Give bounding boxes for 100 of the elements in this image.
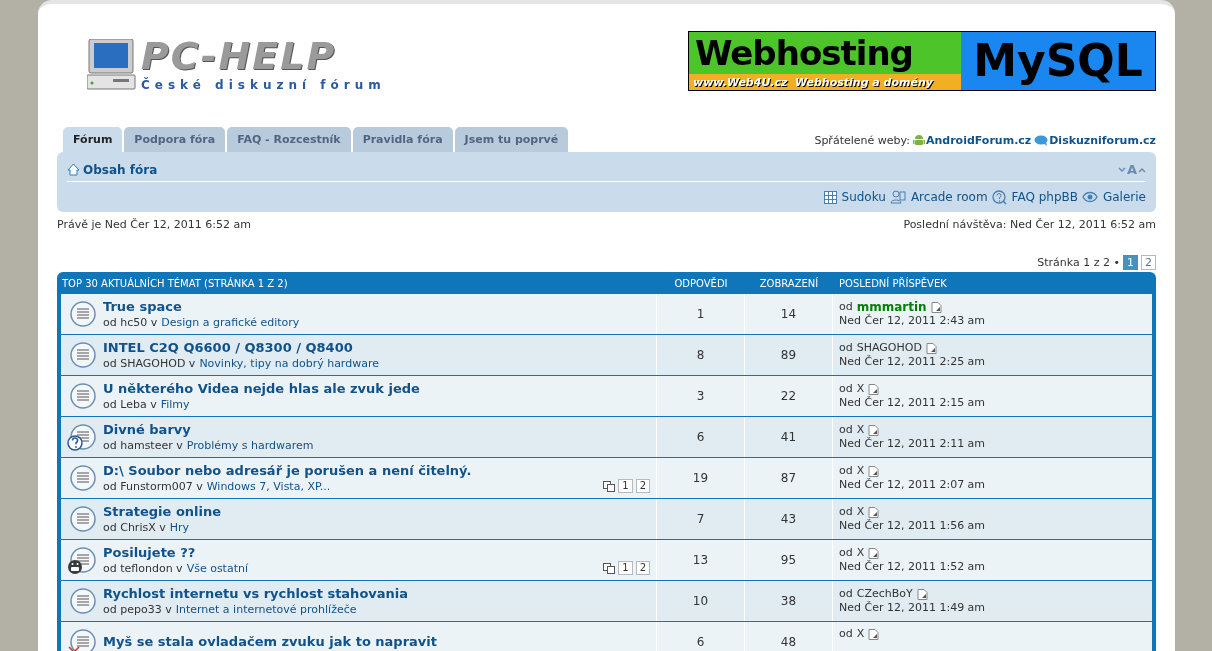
ad-banner[interactable]: Webhosting www.Web4U.cz Webhosting a domény MySQL bbox=[688, 31, 1156, 91]
nav-tab[interactable]: Jsem tu poprvé bbox=[454, 127, 569, 152]
font-size-label: A bbox=[1126, 160, 1137, 179]
view-post-icon[interactable] bbox=[868, 506, 880, 518]
breadcrumb-link[interactable]: Obsah fóra bbox=[83, 160, 158, 179]
friend-link[interactable]: Diskuzniforum.cz bbox=[1049, 132, 1156, 149]
forum-link[interactable]: Windows 7, Vista, XP... bbox=[206, 478, 331, 494]
friend-link[interactable]: AndroidForum.cz bbox=[925, 132, 1032, 149]
last-post-author[interactable]: X bbox=[856, 546, 865, 560]
topic-title[interactable]: Posilujete ?? bbox=[103, 544, 656, 561]
topic-title[interactable]: U některého Videa nejde hlas ale zvuk jede bbox=[103, 380, 656, 397]
topic-author: od ChrisX v bbox=[103, 519, 166, 535]
view-post-icon[interactable] bbox=[868, 628, 880, 640]
speech-bubble-icon bbox=[1034, 134, 1049, 147]
last-post-author[interactable]: X bbox=[856, 423, 865, 437]
banner-tagline: www.Web4U.cz Webhosting a domény bbox=[689, 74, 961, 90]
navbar-link[interactable]: Galerie bbox=[1102, 188, 1146, 206]
column-header: ZOBRAZENÍ bbox=[758, 276, 820, 291]
topic-title[interactable]: Divné barvy bbox=[103, 421, 656, 438]
last-post-author[interactable]: X bbox=[856, 627, 865, 641]
page-link[interactable]: 2 bbox=[635, 479, 650, 493]
view-post-icon[interactable] bbox=[868, 465, 880, 477]
page-link[interactable]: 1 bbox=[618, 561, 633, 575]
pagination-label: Stránka 1 z 2 • bbox=[1037, 254, 1120, 271]
view-post-icon[interactable] bbox=[868, 424, 880, 436]
help-icon bbox=[991, 189, 1007, 205]
topic-author: od Funstorm007 v bbox=[103, 478, 203, 494]
nav-tab[interactable]: Pravidla fóra bbox=[352, 127, 453, 152]
topic-title[interactable]: Myš se stala ovladačem zvuku jak to napravit bbox=[103, 634, 656, 650]
last-post-time: Ned Čer 12, 2011 2:07 am bbox=[839, 478, 987, 492]
topic-title[interactable]: Strategie online bbox=[103, 503, 656, 520]
pages-icon bbox=[603, 480, 616, 492]
forum-link[interactable]: Vše ostatní bbox=[186, 560, 248, 576]
last-post-time: Ned Čer 12, 2011 1:56 am bbox=[839, 519, 987, 533]
replies-count: 8 bbox=[696, 347, 705, 364]
last-post-author[interactable]: X bbox=[856, 382, 865, 396]
views-count: 89 bbox=[780, 347, 797, 364]
last-post-author[interactable]: X bbox=[856, 464, 865, 478]
views-count: 48 bbox=[780, 634, 797, 651]
forum-link[interactable]: Problémy s hardwarem bbox=[186, 437, 314, 453]
last-post-time: Ned Čer 12, 2011 1:52 am bbox=[839, 560, 987, 574]
forum-link[interactable]: Filmy bbox=[160, 396, 190, 412]
forum-link[interactable]: Design a grafické editory bbox=[161, 314, 300, 330]
view-post-icon[interactable] bbox=[916, 588, 928, 600]
navbar-link[interactable]: Arcade room bbox=[910, 188, 988, 206]
topic-author: od pepo33 v bbox=[103, 601, 172, 617]
last-visit: Poslední návštěva: Ned Čer 12, 2011 6:52 am bbox=[903, 217, 1156, 233]
topic-author: od hamsteer v bbox=[103, 437, 183, 453]
views-count: 38 bbox=[780, 593, 797, 610]
last-post-time: Ned Čer 12, 2011 2:43 am bbox=[839, 314, 987, 328]
replies-count: 7 bbox=[696, 511, 705, 528]
last-post-author[interactable]: CZechBoY bbox=[856, 587, 913, 601]
page-link[interactable]: 1 bbox=[618, 479, 633, 493]
views-count: 95 bbox=[780, 552, 797, 569]
replies-count: 6 bbox=[696, 634, 705, 651]
grid-icon bbox=[823, 190, 837, 204]
forum-link[interactable]: Internet a internetové prohlížeče bbox=[175, 601, 357, 617]
view-post-icon[interactable] bbox=[868, 547, 880, 559]
view-post-icon[interactable] bbox=[925, 342, 937, 354]
topic-author: od SHAGOHOD v bbox=[103, 355, 196, 371]
replies-count: 13 bbox=[692, 552, 709, 569]
pages-icon bbox=[603, 562, 616, 574]
banner-product: MySQL bbox=[961, 32, 1155, 90]
replies-count: 1 bbox=[696, 306, 705, 323]
eye-icon bbox=[1081, 191, 1098, 203]
page-link[interactable]: 2 bbox=[635, 561, 650, 575]
last-post-time: Ned Čer 12, 2011 1:49 am bbox=[839, 601, 987, 615]
page-link[interactable]: 2 bbox=[1141, 255, 1156, 271]
last-post-author[interactable]: X bbox=[856, 505, 865, 519]
last-post-by: od bbox=[839, 505, 853, 519]
nav-tab[interactable]: FAQ - Rozcestník bbox=[227, 127, 351, 152]
view-post-icon[interactable] bbox=[868, 383, 880, 395]
last-post-by: od bbox=[839, 546, 853, 560]
navbar-link[interactable]: Sudoku bbox=[841, 188, 886, 206]
forum-link[interactable]: Novinky, tipy na dobrý hardware bbox=[199, 355, 379, 371]
navbar-link[interactable]: FAQ phpBB bbox=[1011, 188, 1078, 206]
forum-link[interactable]: Hry bbox=[169, 519, 190, 535]
last-post-by: od bbox=[839, 300, 853, 314]
topic-title[interactable]: Rychlost internetu vs rychlost stahovania bbox=[103, 585, 656, 602]
replies-count: 19 bbox=[692, 470, 709, 487]
topic-title[interactable]: True space bbox=[103, 298, 656, 315]
nav-tab[interactable]: Fórum bbox=[63, 127, 123, 152]
android-icon bbox=[912, 134, 925, 148]
last-post-by: od bbox=[839, 587, 853, 601]
topic-author: od hc50 v bbox=[103, 314, 158, 330]
last-post-time: Ned Čer 12, 2011 2:11 am bbox=[839, 437, 987, 451]
topic-title[interactable]: INTEL C2Q Q6600 / Q8300 / Q8400 bbox=[103, 339, 656, 356]
column-header: ODPOVĚDI bbox=[673, 276, 729, 291]
last-post-by: od bbox=[839, 464, 853, 478]
topic-author: od Leba v bbox=[103, 396, 157, 412]
views-count: 43 bbox=[780, 511, 797, 528]
nav-tab[interactable]: Podpora fóra bbox=[124, 127, 226, 152]
topic-title[interactable]: D:\ Soubor nebo adresář je porušen a není čitelný. bbox=[103, 462, 656, 479]
topic-author: od teflondon v bbox=[103, 560, 183, 576]
views-count: 41 bbox=[780, 429, 797, 446]
person-icon bbox=[889, 190, 906, 204]
last-post-author[interactable]: mmmartin bbox=[856, 300, 927, 314]
view-post-icon[interactable] bbox=[930, 301, 942, 313]
last-post-by: od bbox=[839, 627, 853, 641]
last-post-author[interactable]: SHAGOHOD bbox=[856, 341, 922, 355]
